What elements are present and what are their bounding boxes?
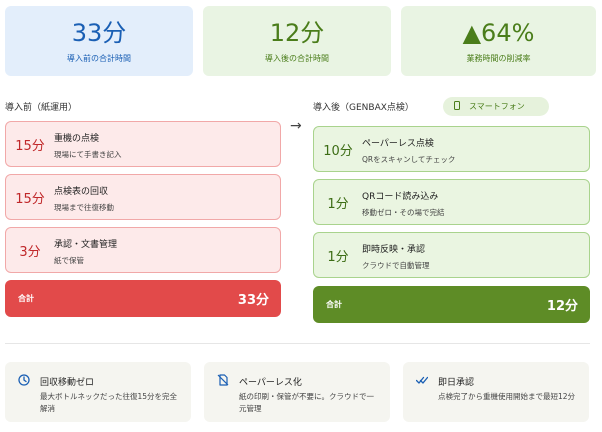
after-total-value: 12分 — [546, 299, 578, 314]
before-total-label: 合計 — [18, 294, 34, 303]
stat-rate-value: ▲64% — [462, 19, 535, 47]
feature-card-same-day-approval: 即日承認 点検完了から重機使用開始まで最短12分 — [403, 362, 589, 422]
after-step: 10分 ペーパーレス点検 QRをスキャンしてチェック — [313, 126, 590, 172]
feature-title: 回収移動ゼロ — [40, 378, 95, 388]
step-name: 重機の点検 — [54, 134, 100, 144]
feature-card-no-travel: 回収移動ゼロ 最大ボトルネックだった往復15分を完全解消 — [5, 362, 191, 422]
smartphone-badge: スマートフォン — [443, 97, 549, 116]
stat-after-total: 12分 導入後の合計時間 — [203, 6, 391, 76]
step-note: 現場まで往復移動 — [54, 203, 114, 212]
step-minutes: 1分 — [327, 196, 349, 212]
after-total-label: 合計 — [326, 300, 342, 309]
feature-desc: 紙の印刷・保管が不要に。クラウドで一元管理 — [239, 392, 374, 413]
stat-before-caption: 導入前の合計時間 — [67, 54, 131, 63]
step-note: QRをスキャンしてチェック — [362, 155, 456, 164]
step-minutes: 1分 — [327, 249, 349, 265]
double-check-icon — [416, 376, 428, 384]
after-step: 1分 QRコード読み込み 移動ゼロ・その場で完結 — [313, 179, 590, 225]
step-note: クラウドで自動管理 — [362, 261, 430, 270]
stat-after-value: 12分 — [269, 19, 325, 47]
before-step: 15分 重機の点検 現場にて手書き記入 — [5, 121, 281, 167]
step-note: 紙で保管 — [54, 256, 84, 265]
section-divider — [5, 343, 590, 344]
step-minutes: 3分 — [19, 244, 41, 260]
after-column-title: 導入後（GENBAX点検） — [313, 103, 414, 113]
step-name: 即時反映・承認 — [362, 245, 426, 255]
stat-rate-caption: 業務時間の削減率 — [466, 54, 531, 63]
feature-desc: 最大ボトルネックだった往復15分を完全解消 — [40, 392, 178, 413]
step-name: QRコード読み込み — [362, 192, 439, 202]
feature-title: 即日承認 — [438, 378, 475, 388]
stat-reduction-rate: ▲64% 業務時間の削減率 — [401, 6, 596, 76]
stat-before-value: 33分 — [71, 19, 127, 47]
after-step: 1分 即時反映・承認 クラウドで自動管理 — [313, 232, 590, 278]
step-name: 点検表の回収 — [54, 187, 109, 197]
feature-desc: 点検完了から重機使用開始まで最短12分 — [438, 392, 576, 401]
step-minutes: 15分 — [15, 191, 45, 207]
before-total-value: 33分 — [237, 293, 269, 308]
smartphone-icon — [454, 101, 460, 110]
before-total-bar: 合計 33分 — [5, 280, 281, 317]
right-arrow-icon: → — [290, 118, 302, 134]
stat-before-total: 33分 導入前の合計時間 — [5, 6, 193, 76]
step-minutes: 10分 — [323, 143, 353, 159]
stat-after-caption: 導入後の合計時間 — [265, 54, 329, 63]
step-note: 現場にて手書き記入 — [54, 150, 122, 159]
clock-icon — [18, 374, 30, 386]
before-step: 15分 点検表の回収 現場まで往復移動 — [5, 174, 281, 220]
step-minutes: 15分 — [15, 138, 45, 154]
no-paper-icon — [217, 374, 229, 386]
step-name: 承認・文書管理 — [54, 240, 118, 250]
before-column-title: 導入前（紙運用） — [5, 103, 78, 113]
step-name: ペーパーレス点検 — [362, 139, 434, 149]
smartphone-badge-label: スマートフォン — [469, 102, 525, 111]
after-total-bar: 合計 12分 — [313, 286, 590, 323]
feature-title: ペーパーレス化 — [239, 378, 302, 388]
before-step: 3分 承認・文書管理 紙で保管 — [5, 227, 281, 273]
feature-card-paperless: ペーパーレス化 紙の印刷・保管が不要に。クラウドで一元管理 — [204, 362, 390, 422]
step-note: 移動ゼロ・その場で完結 — [362, 208, 445, 217]
